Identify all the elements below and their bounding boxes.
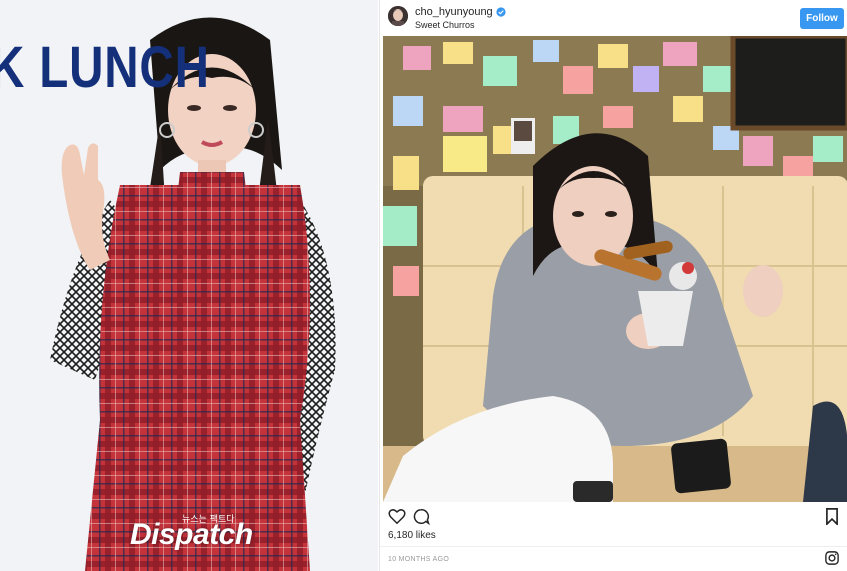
bookmark-icon[interactable] — [825, 508, 839, 525]
username-link[interactable]: cho_hyunyoung — [415, 6, 493, 18]
divider — [380, 546, 847, 547]
verified-badge-icon — [496, 7, 506, 17]
dispatch-watermark: 뉴스는 팩트다 Dispatch — [130, 512, 260, 558]
heart-icon[interactable] — [388, 508, 406, 525]
username-row: cho_hyunyoung — [415, 6, 506, 18]
post-photo[interactable] — [383, 36, 847, 502]
instagram-post-card: cho_hyunyoung Sweet Churros Follow 6,180… — [379, 0, 847, 571]
follow-button[interactable]: Follow — [800, 8, 844, 29]
location-link[interactable]: Sweet Churros — [415, 20, 475, 30]
avatar-image — [388, 6, 408, 26]
watermark-brand: Dispatch — [130, 518, 253, 551]
background-sign-text: K LUNCH — [0, 35, 210, 100]
comment-icon[interactable] — [412, 508, 430, 525]
left-photo: K LUNCH 뉴스는 팩트다 Dispatch — [0, 0, 378, 571]
avatar[interactable] — [388, 6, 408, 26]
post-photo-illustration — [383, 36, 847, 502]
post-actions — [380, 504, 847, 528]
likes-count[interactable]: 6,180 likes — [388, 530, 436, 541]
instagram-camera-icon[interactable] — [825, 551, 839, 565]
post-timestamp: 10 MONTHS AGO — [388, 556, 450, 563]
post-header: cho_hyunyoung Sweet Churros Follow — [380, 0, 847, 36]
